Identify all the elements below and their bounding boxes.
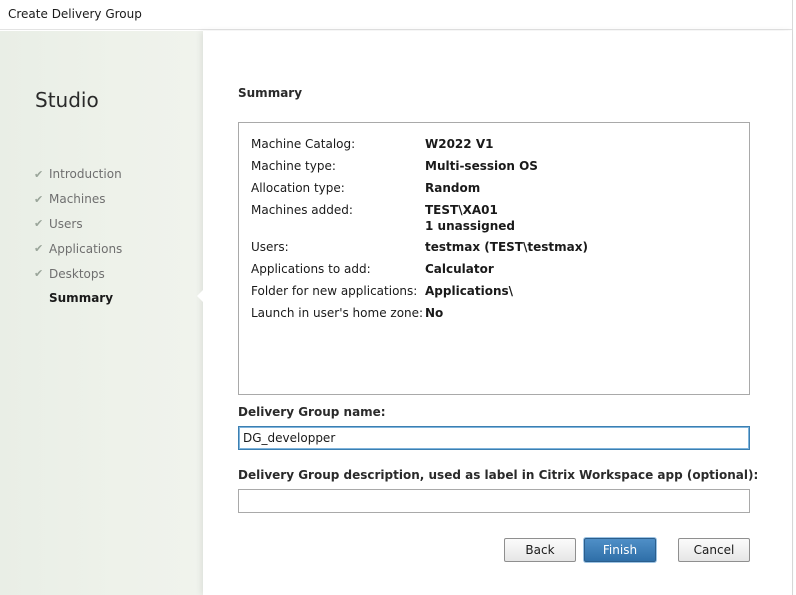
checkmark-icon: ✔ [34,267,44,281]
checkmark-icon: ✔ [34,242,44,256]
summary-value: Applications\ [425,284,514,298]
wizard-sidebar: Studio ✔ Introduction ✔ Machines ✔ Users ✔ A… [0,31,203,595]
summary-value: Random [425,181,481,195]
summary-value: testmax (TEST\testmax) [425,240,588,254]
step-label: Summary [49,291,114,306]
step-label: Introduction [49,167,122,182]
delivery-group-name-label: Delivery Group name: [238,405,386,419]
summary-row-applications: Applications to add: Calculator [251,261,494,277]
step-introduction: ✔ Introduction [34,162,122,187]
step-users: ✔ Users [34,212,122,237]
summary-value: TEST\XA01 1 unassigned [425,202,515,234]
checkmark-icon: ✔ [34,217,44,231]
summary-key: Allocation type: [251,181,345,195]
delivery-group-name-input[interactable] [238,426,750,450]
summary-row-folder: Folder for new applications: Application… [251,283,513,299]
summary-key: Machines added: [251,203,353,217]
summary-row-machine-catalog: Machine Catalog: W2022 V1 [251,136,493,152]
step-applications: ✔ Applications [34,236,122,261]
summary-key: Machine Catalog: [251,137,356,151]
wizard-steps: ✔ Introduction ✔ Machines ✔ Users ✔ Applicat… [34,162,122,311]
summary-panel: Machine Catalog: W2022 V1 Machine type: … [238,122,750,395]
summary-row-machine-type: Machine type: Multi-session OS [251,158,538,174]
cancel-button[interactable]: Cancel [678,538,750,562]
page-title: Summary [238,86,303,100]
step-label: Applications [49,241,123,256]
summary-key: Machine type: [251,159,336,173]
studio-brand: Studio [35,88,99,112]
summary-value: Calculator [425,262,494,276]
finish-button[interactable]: Finish [584,538,656,562]
window-title: Create Delivery Group [8,7,142,21]
back-button[interactable]: Back [504,538,576,562]
summary-row-allocation-type: Allocation type: Random [251,180,480,196]
step-label: Machines [49,192,106,207]
step-machines: ✔ Machines [34,187,122,212]
current-step-pointer [197,289,204,303]
delivery-group-description-input[interactable] [238,489,750,513]
delivery-group-description-label: Delivery Group description, used as labe… [238,468,759,482]
step-label: Users [49,216,83,231]
summary-key: Users: [251,240,289,254]
window-edge [792,0,796,595]
title-bar: Create Delivery Group [0,0,796,30]
summary-row-home-zone: Launch in user's home zone: No [251,305,443,321]
summary-value: W2022 V1 [425,137,494,151]
summary-row-machines-added: Machines added: TEST\XA01 1 unassigned [251,202,515,234]
summary-key: Applications to add: [251,262,371,276]
checkmark-icon: ✔ [34,192,44,206]
summary-key: Launch in user's home zone: [251,306,424,320]
step-label: Desktops [49,266,105,281]
summary-value-line: 1 unassigned [425,219,515,233]
summary-value: Multi-session OS [425,159,538,173]
checkmark-icon: ✔ [34,167,44,181]
summary-key: Folder for new applications: [251,284,418,298]
summary-row-users: Users: testmax (TEST\testmax) [251,239,588,255]
step-summary: Summary [34,286,122,311]
summary-value: No [425,306,444,320]
summary-value-line: TEST\XA01 [425,203,498,217]
step-desktops: ✔ Desktops [34,261,122,286]
wizard-content: Summary Machine Catalog: W2022 V1 Machin… [203,31,792,595]
